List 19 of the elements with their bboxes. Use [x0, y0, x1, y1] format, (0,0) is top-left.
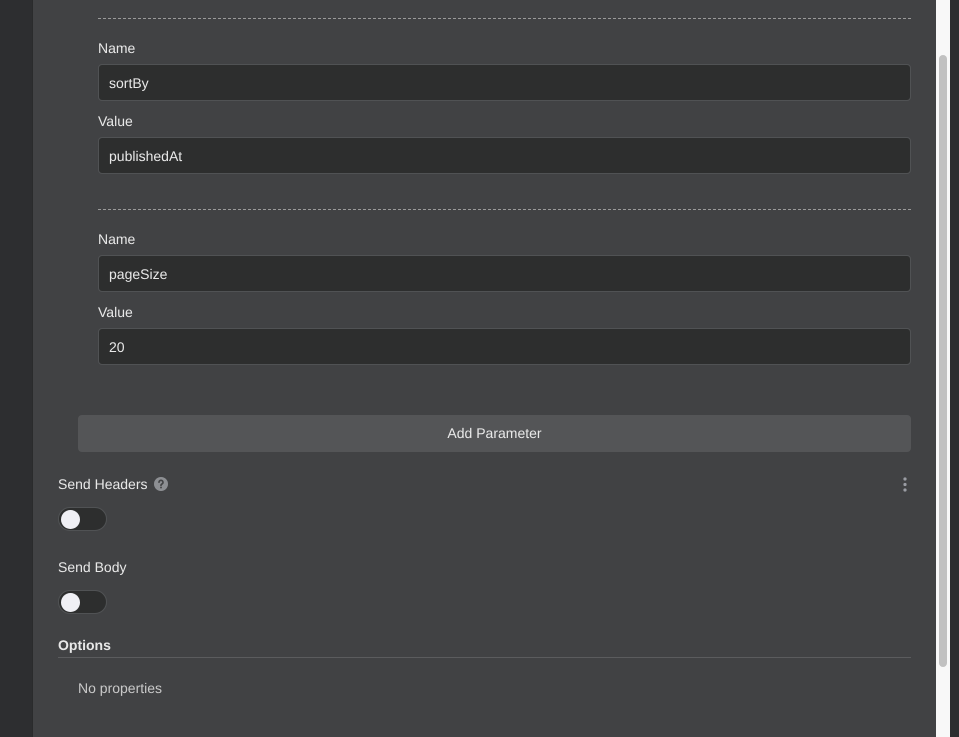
toggle-switch[interactable]: [58, 590, 107, 614]
scrollbar[interactable]: [936, 0, 950, 737]
input-field[interactable]: sortBy: [98, 64, 911, 101]
toggle-label: Send Body: [58, 558, 126, 577]
field-label: Name: [98, 230, 136, 248]
add-parameter-button[interactable]: Add Parameter: [78, 415, 911, 452]
scrollbar-thumb[interactable]: [939, 55, 947, 667]
field-label: Name: [98, 39, 136, 57]
field-label: Value: [98, 112, 134, 130]
empty-message: No properties: [78, 679, 164, 698]
help-icon[interactable]: [154, 477, 168, 491]
input-field[interactable]: 20: [98, 328, 911, 365]
section-title: Options: [58, 636, 112, 654]
input-field[interactable]: publishedAt: [98, 137, 911, 174]
toggle-switch[interactable]: [58, 507, 107, 531]
field-label: Value: [98, 303, 134, 321]
input-field[interactable]: pageSize: [98, 255, 911, 292]
more-options-icon[interactable]: [903, 476, 907, 492]
toggle-label: Send Headers: [58, 474, 148, 494]
